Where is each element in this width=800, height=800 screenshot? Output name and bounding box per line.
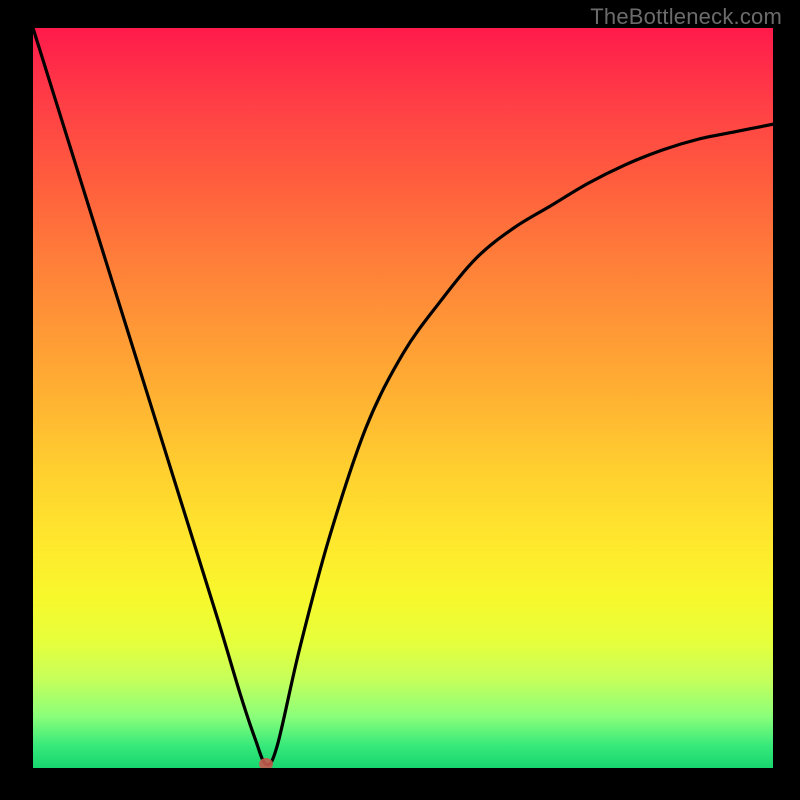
bottleneck-curve — [33, 28, 773, 768]
curve-path — [33, 28, 773, 765]
plot-area — [33, 28, 773, 768]
optimal-point-marker — [259, 758, 273, 768]
chart-frame: TheBottleneck.com — [0, 0, 800, 800]
watermark-text: TheBottleneck.com — [590, 4, 782, 30]
